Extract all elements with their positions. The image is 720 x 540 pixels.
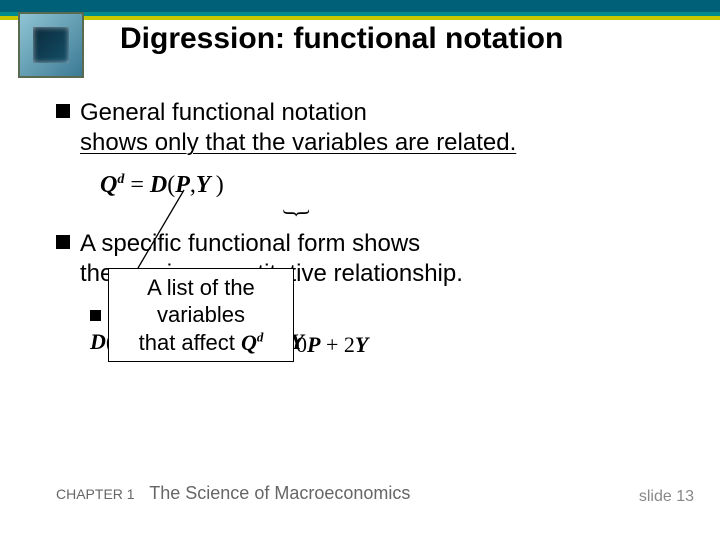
header-yellow-bar <box>0 16 720 20</box>
bullet-square-icon <box>56 104 70 118</box>
callout-connector-line <box>132 186 188 272</box>
header-dark-bar <box>0 0 720 12</box>
footer-title: The Science of Macroeconomics <box>149 483 410 503</box>
callout-line-2: variables <box>157 302 245 327</box>
callout-text: A list of the variables that affect Qd <box>139 274 264 357</box>
eq1-Q: Q <box>100 172 117 198</box>
pr-P: P <box>307 332 320 357</box>
callout-box: A list of the variables that affect Qd <box>108 268 294 362</box>
pr-plus: + 2 <box>320 332 354 357</box>
slide-title: Digression: functional notation <box>120 22 563 56</box>
footer-chapter: CHAPTER 1 <box>56 486 135 502</box>
slide-number: slide 13 <box>639 488 694 506</box>
callout-Q: Q <box>241 330 257 355</box>
bullet-1-text: General functional notation shows only t… <box>80 98 516 158</box>
bullet-1: General functional notation shows only t… <box>56 98 676 158</box>
callout-line-3a: that affect <box>139 330 241 355</box>
bullet-1-line-a: General functional notation <box>80 99 367 126</box>
sub-bullet-square-icon <box>90 310 101 321</box>
eq1-close: ) <box>216 172 224 198</box>
callout-line-1: A list of the <box>147 275 255 300</box>
bullet-1-underline: shows only that the variables are relate… <box>80 129 516 156</box>
curly-brace-icon: } <box>279 208 315 219</box>
logo-inner-square <box>33 27 69 63</box>
pr-num: 0 <box>296 332 307 357</box>
callout-sup: d <box>257 329 264 344</box>
pr-Y: Y <box>355 332 368 357</box>
bullet-1-line-b: shows only that the variables are relate… <box>80 129 516 156</box>
logo-icon <box>18 12 84 78</box>
eq2-D: D <box>90 329 106 354</box>
partial-eq-right: 0P + 2Y <box>296 332 368 358</box>
footer: CHAPTER 1 The Science of Macroeconomics <box>56 483 410 504</box>
b2-pre: A <box>80 230 101 257</box>
bullet-square-icon <box>56 235 70 249</box>
b2-post: shows <box>345 230 420 257</box>
eq1-Y: Y <box>196 172 216 198</box>
